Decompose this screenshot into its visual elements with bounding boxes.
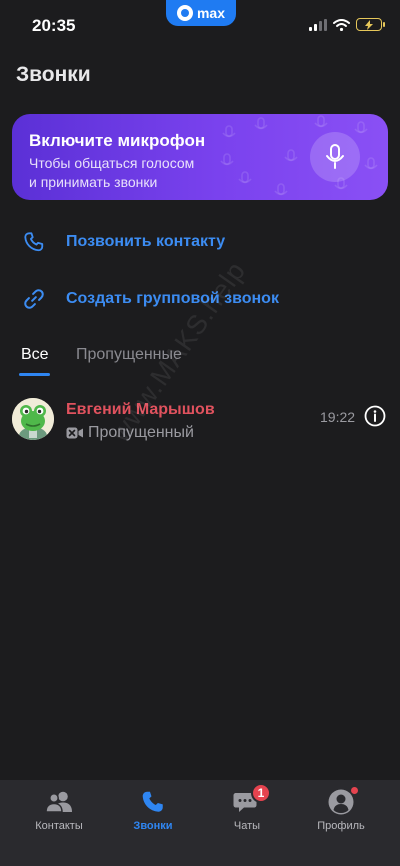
tab-bar-label: Чаты <box>233 820 261 832</box>
tab-selected-indicator <box>19 373 50 376</box>
max-pill-label: max <box>196 5 226 21</box>
page-title: Звонки <box>16 63 91 86</box>
status-bar: 20:35 max <box>0 0 400 52</box>
banner-subtitle-line1: Чтобы общаться голосом <box>29 155 195 171</box>
tab-bar-label: Профиль <box>317 820 365 832</box>
enable-microphone-button[interactable] <box>310 132 360 182</box>
phone-icon <box>139 788 167 816</box>
max-app-pill[interactable]: max <box>166 0 236 26</box>
call-list-item[interactable]: Евгений Марышов Пропущенный 19:22 <box>0 392 400 448</box>
notification-dot <box>351 787 358 794</box>
status-icons <box>309 18 385 31</box>
enable-microphone-banner[interactable]: Включите микрофон Чтобы общаться голосом… <box>12 114 388 200</box>
banner-subtitle-line2: и принимать звонки <box>29 174 158 190</box>
chats-icon: 1 <box>233 783 271 816</box>
cellular-signal-icon <box>309 18 327 31</box>
bottom-tab-bar: Контакты Звонки 1 Чаты Профиль <box>0 780 400 866</box>
tab-all[interactable]: Все <box>21 346 49 364</box>
tab-bar-label: Звонки <box>133 820 173 832</box>
tab-bar-chats[interactable]: 1 Чаты <box>207 783 287 832</box>
call-contact-label: Позвонить контакту <box>66 233 226 250</box>
tab-bar-profile[interactable]: Профиль <box>301 787 381 832</box>
tab-bar-calls[interactable]: Звонки <box>113 788 193 832</box>
wifi-icon <box>333 18 350 31</box>
microphone-icon <box>326 144 344 169</box>
battery-charging-icon <box>356 18 385 31</box>
tab-bar-contacts[interactable]: Контакты <box>19 788 99 832</box>
missed-video-call-icon <box>66 427 83 439</box>
status-time: 20:35 <box>32 16 76 35</box>
banner-title: Включите микрофон <box>29 131 206 150</box>
phone-icon <box>22 230 46 254</box>
info-icon[interactable] <box>364 405 386 427</box>
profile-icon <box>327 787 358 816</box>
link-icon <box>22 287 46 311</box>
create-group-call-label: Создать групповой звонок <box>66 290 279 307</box>
unread-badge: 1 <box>251 783 271 803</box>
contacts-icon <box>45 788 73 816</box>
max-logo-icon <box>176 5 193 21</box>
call-contact-row[interactable]: Позвонить контакту <box>0 217 400 267</box>
tab-bar-label: Контакты <box>35 820 83 832</box>
banner-subtitle: Чтобы общаться голосом и принимать звонк… <box>29 154 269 192</box>
call-time: 19:22 <box>320 409 356 425</box>
frog-avatar[interactable] <box>12 398 54 440</box>
